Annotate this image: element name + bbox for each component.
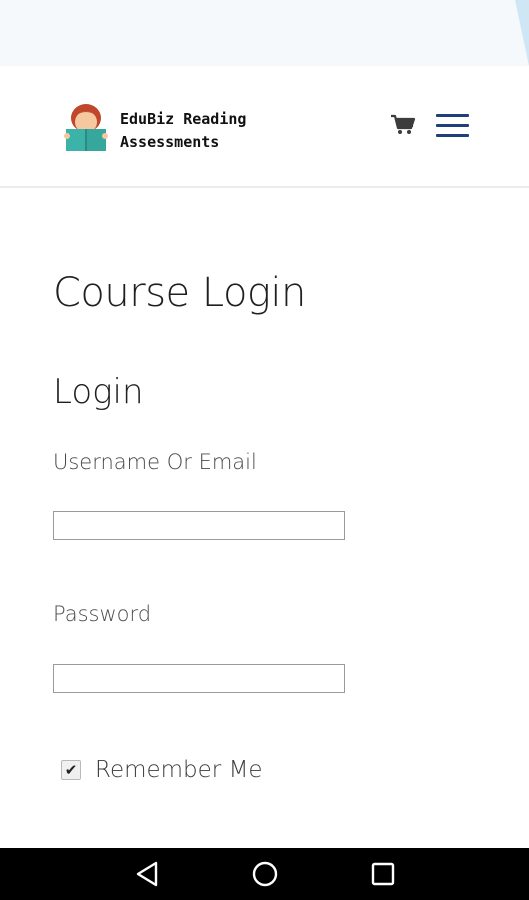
username-email-input[interactable] <box>53 511 345 540</box>
remember-me-label[interactable]: Remember Me <box>95 757 263 783</box>
brand-line-2: Assessments <box>120 133 220 151</box>
top-banner-strip <box>0 0 529 66</box>
page-title: Course Login <box>53 270 306 316</box>
password-input[interactable] <box>53 664 345 693</box>
site-header: EduBiz Reading Assessments <box>0 66 529 188</box>
password-label: Password <box>53 602 152 626</box>
android-navigation-bar <box>0 848 529 900</box>
brand-name[interactable]: EduBiz Reading Assessments <box>120 108 246 154</box>
login-form-heading: Login <box>53 372 144 412</box>
cart-icon[interactable] <box>390 114 416 136</box>
recent-apps-square-icon[interactable] <box>369 860 397 888</box>
brand-line-1: EduBiz Reading <box>120 110 247 128</box>
remember-me-row[interactable]: ✔ Remember Me <box>61 755 263 785</box>
username-label: Username Or Email <box>53 450 257 474</box>
banner-accent <box>515 0 529 66</box>
remember-me-checkbox[interactable]: ✔ <box>61 760 81 780</box>
back-triangle-icon[interactable] <box>134 860 162 888</box>
home-circle-icon[interactable] <box>251 860 279 888</box>
hamburger-menu-icon[interactable] <box>436 114 469 140</box>
reading-child-logo[interactable] <box>62 102 110 156</box>
